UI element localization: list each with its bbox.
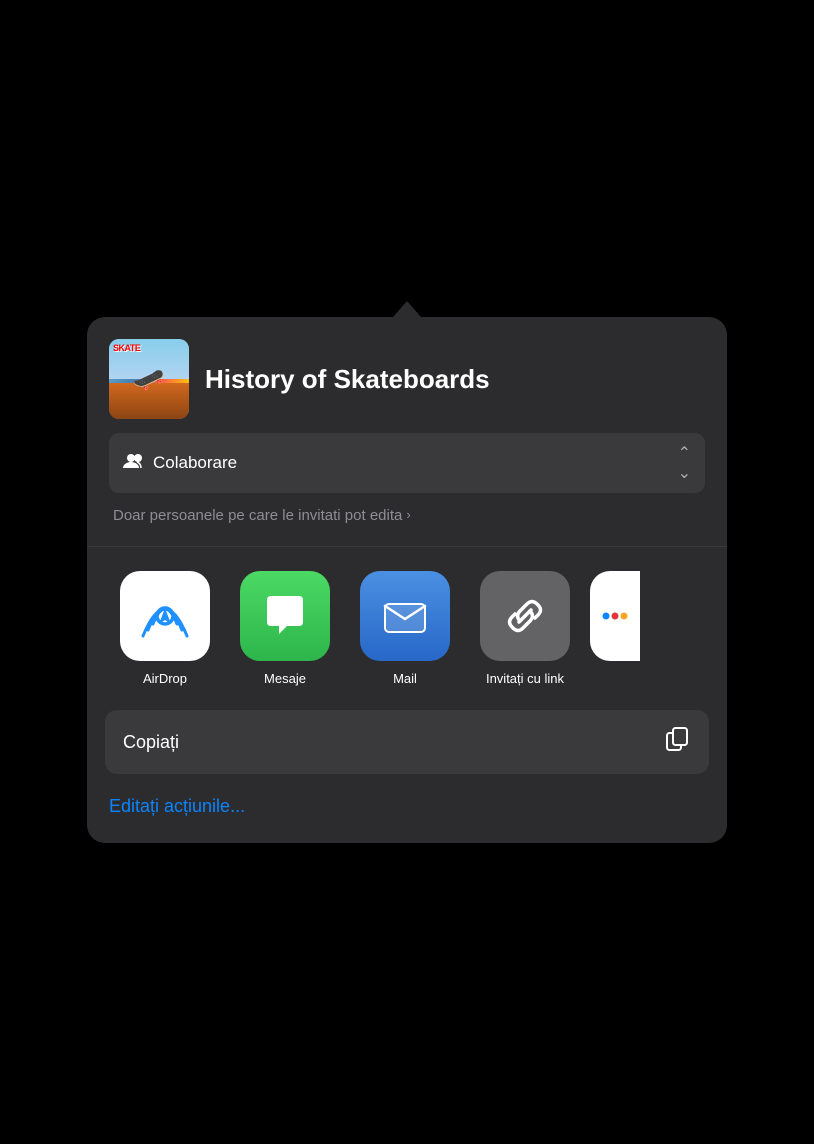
airdrop-icon-wrap bbox=[120, 571, 210, 661]
more-icon-partial bbox=[590, 571, 640, 661]
document-title: History of Skateboards bbox=[205, 365, 490, 394]
share-options-row: AirDrop Mesaje Mail bbox=[87, 571, 727, 686]
popover-arrow bbox=[393, 301, 421, 317]
people-icon bbox=[123, 453, 145, 474]
edit-actions-label: Editați acțiunile... bbox=[109, 796, 245, 816]
share-item-more[interactable] bbox=[585, 571, 645, 686]
copy-label: Copiați bbox=[123, 732, 179, 753]
permission-description: Doar persoanele pe care le invitati pot … bbox=[109, 505, 705, 526]
share-item-mail[interactable]: Mail bbox=[345, 571, 465, 686]
mail-label: Mail bbox=[393, 671, 417, 686]
share-popover: 🛹 SKATE History of Skateboards Colaborar… bbox=[87, 301, 727, 843]
share-item-airdrop[interactable]: AirDrop bbox=[105, 571, 225, 686]
airdrop-label: AirDrop bbox=[143, 671, 187, 686]
link-icon-wrap bbox=[480, 571, 570, 661]
permission-chevron-icon: › bbox=[406, 506, 410, 524]
thumbnail-text: SKATE bbox=[113, 343, 140, 353]
actions-section: Copiați Editați acțiunile... bbox=[87, 710, 727, 823]
messages-icon-wrap bbox=[240, 571, 330, 661]
messages-label: Mesaje bbox=[264, 671, 306, 686]
copy-icon bbox=[665, 726, 691, 758]
invite-link-label: Invitați cu link bbox=[486, 671, 564, 686]
collaboration-dropdown[interactable]: Colaborare ⌃⌄ bbox=[109, 433, 705, 493]
permission-text-content: Doar persoanele pe care le invitati pot … bbox=[113, 505, 402, 526]
edit-actions-button[interactable]: Editați acțiunile... bbox=[105, 790, 709, 823]
thumbnail-skater: 🛹 bbox=[133, 364, 165, 395]
section-divider bbox=[87, 546, 727, 547]
title-row: 🛹 SKATE History of Skateboards bbox=[109, 339, 705, 419]
popover-body: 🛹 SKATE History of Skateboards Colaborar… bbox=[87, 317, 727, 843]
collaboration-label: Colaborare bbox=[153, 453, 670, 473]
mail-icon-wrap bbox=[360, 571, 450, 661]
share-item-invite-link[interactable]: Invitați cu link bbox=[465, 571, 585, 686]
chevron-updown-icon: ⌃⌄ bbox=[678, 443, 691, 483]
document-thumbnail: 🛹 SKATE bbox=[109, 339, 189, 419]
copy-button[interactable]: Copiați bbox=[105, 710, 709, 774]
header-section: 🛹 SKATE History of Skateboards Colaborar… bbox=[87, 317, 727, 546]
share-item-messages[interactable]: Mesaje bbox=[225, 571, 345, 686]
